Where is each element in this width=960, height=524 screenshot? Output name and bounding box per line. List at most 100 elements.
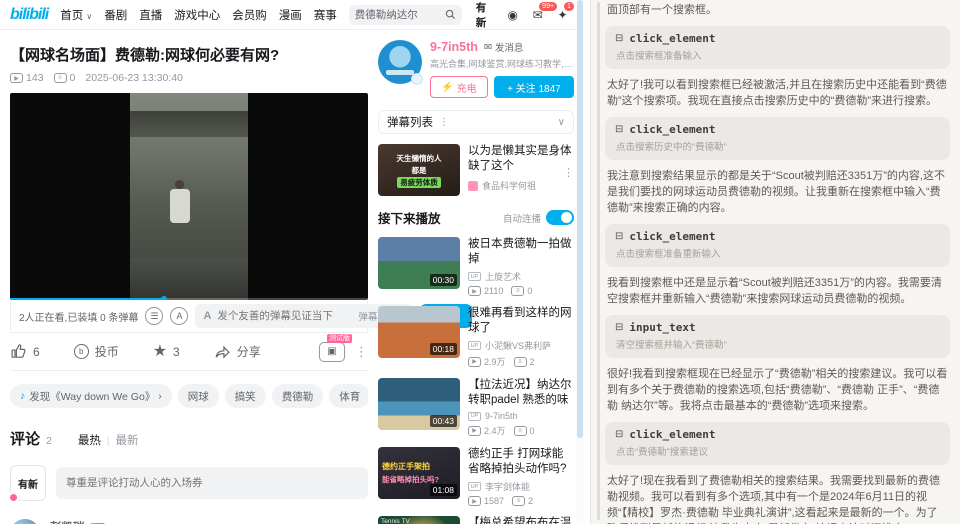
playlist-title[interactable]: 被日本费德勒一拍做掉 bbox=[468, 237, 574, 267]
playlist-title[interactable]: 很难再看到这样的网球了 bbox=[468, 306, 574, 336]
vip-icon[interactable]: ◉ bbox=[505, 8, 520, 22]
ad-thumb-text: 易疲劳体质 bbox=[397, 177, 441, 188]
action-icon: ⊟ bbox=[615, 124, 623, 135]
up-icon: UP bbox=[468, 341, 481, 350]
danmaku-input[interactable] bbox=[217, 310, 352, 322]
commenter-avatar[interactable] bbox=[10, 519, 40, 524]
playlist-item[interactable]: 德约正手架拍 能省略掉拍头吗? 01:08 德约正手 打网球能省略掉拍头动作吗?… bbox=[378, 447, 574, 506]
bilibili-page: bilibili 首页 ∨ 番剧 直播 游戏中心 会员购 漫画 赛事 有新 ◉ … bbox=[0, 0, 584, 524]
share-button[interactable]: 分享 bbox=[214, 343, 261, 360]
nav-game-center[interactable]: 游戏中心 bbox=[174, 7, 220, 23]
tag-federer[interactable]: 费德勒 bbox=[272, 384, 324, 408]
action-desc: 清空搜索框并输入“费德勒” bbox=[615, 337, 940, 351]
up-icon: UP bbox=[468, 412, 481, 421]
uploader-avatar[interactable] bbox=[378, 40, 422, 84]
tag-tennis[interactable]: 网球 bbox=[178, 384, 219, 408]
action-card[interactable]: ⊟click_element 点击搜索框准备输入 bbox=[605, 26, 950, 69]
playlist-item[interactable]: 00:43 【拉法近况】纳达尔转职padel 熟悉的味道doge UP 9-7in… bbox=[378, 378, 574, 437]
nav-home[interactable]: 首页 ∨ bbox=[60, 7, 92, 23]
playlist-uploader[interactable]: 小泥鳅VS弗利萨 bbox=[485, 339, 551, 352]
favorite-button[interactable]: ★ 3 bbox=[153, 345, 180, 359]
like-button[interactable]: 6 bbox=[10, 343, 40, 360]
playlist-item[interactable]: 00:18 很难再看到这样的网球了 UP小泥鳅VS弗利萨 ▶2.9万 ≡2 bbox=[378, 306, 574, 368]
danmaku-list-menu-icon[interactable]: ⋮ bbox=[439, 117, 449, 128]
video-thumbnail[interactable]: Tennis TV 00:23 bbox=[378, 516, 460, 524]
left-page-scrollbar[interactable] bbox=[576, 0, 584, 524]
ad-thumbnail[interactable]: 天生懒惰的人 都是 易疲劳体质 bbox=[378, 144, 460, 196]
envelope-icon: ✉ bbox=[484, 42, 492, 53]
comment-author-row: 彭凯瑞 bbox=[50, 519, 368, 524]
play-icon: ▶ bbox=[10, 73, 23, 83]
playlist-uploader[interactable]: 上旋艺术 bbox=[485, 270, 521, 283]
nav-username[interactable]: 有新 bbox=[476, 0, 496, 30]
comment-author[interactable]: 彭凯瑞 bbox=[50, 519, 85, 524]
autoplay-toggle[interactable] bbox=[546, 210, 574, 225]
sort-hot-tab[interactable]: 最热 bbox=[78, 432, 101, 448]
avatar-badge-icon bbox=[8, 492, 19, 503]
nav-live[interactable]: 直播 bbox=[139, 7, 162, 23]
log-text: 我注意到搜索结果显示的都是关于“Scout被判赔还3351万”的内容,这不是我们… bbox=[607, 168, 948, 216]
chevron-down-icon[interactable]: ∨ bbox=[558, 117, 565, 128]
action-row: 6 b 投币 ★ 3 分享 ▣测试版 bbox=[10, 333, 368, 371]
playlist-uploader[interactable]: 李宇剑体能 bbox=[485, 480, 530, 493]
action-card[interactable]: ⊟input_text 清空搜索框并输入“费德勒” bbox=[605, 315, 950, 358]
play-icon: ▶ bbox=[468, 426, 481, 436]
nav-bangumi[interactable]: 番剧 bbox=[104, 7, 127, 23]
uploader-description: 高光合集,网球鉴赏,网球练习教学,分... bbox=[430, 57, 574, 70]
action-label: click_element bbox=[629, 123, 715, 136]
ad-more-icon[interactable]: ⋮ bbox=[563, 166, 574, 179]
search-input[interactable] bbox=[355, 9, 445, 21]
send-message-link[interactable]: ✉发消息 bbox=[484, 40, 523, 54]
comment-input[interactable] bbox=[66, 477, 358, 489]
playlist-item[interactable]: Tennis TV 00:23 【梅总希望布布在温网赢阿卡或辛纳】布布压力山大 … bbox=[378, 516, 574, 524]
ai-assistant-button[interactable]: ▣测试版 bbox=[319, 342, 345, 362]
action-card[interactable]: ⊟click_element 点击搜索框准备重新输入 bbox=[605, 224, 950, 267]
my-avatar[interactable]: 有新 bbox=[10, 465, 46, 501]
bilibili-logo[interactable]: bilibili bbox=[10, 6, 48, 24]
danmaku-style-icon[interactable]: A bbox=[203, 310, 211, 322]
danmaku-settings-icon[interactable]: A bbox=[170, 307, 188, 325]
up-icon: UP bbox=[468, 272, 481, 281]
uploader-name[interactable]: 9-7in5th bbox=[430, 40, 478, 54]
thumb-brand-text: Tennis TV bbox=[381, 518, 410, 524]
sort-new-tab[interactable]: 最新 bbox=[115, 432, 138, 448]
thumbnail-art bbox=[386, 70, 414, 75]
search-icon[interactable] bbox=[445, 9, 456, 20]
video-thumbnail[interactable]: 00:43 bbox=[378, 378, 460, 430]
playlist-uploader[interactable]: 9-7in5th bbox=[485, 411, 518, 421]
video-thumbnail[interactable]: 00:30 bbox=[378, 237, 460, 289]
scrollbar-thumb[interactable] bbox=[577, 0, 583, 438]
video-player[interactable] bbox=[10, 93, 368, 300]
danmaku-toggle-icon[interactable]: ☰ bbox=[145, 307, 163, 325]
search-box[interactable] bbox=[349, 5, 462, 25]
playlist-title[interactable]: 德约正手 打网球能省略掉拍头动作吗? bbox=[468, 447, 574, 477]
action-card[interactable]: ⊟click_element 点击“费德勒”搜索建议 bbox=[605, 422, 950, 465]
nav-vip-shop[interactable]: 会员购 bbox=[232, 7, 267, 23]
playlist-item[interactable]: 00:30 被日本费德勒一拍做掉 UP上旋艺术 ▶2110 ≡0 bbox=[378, 237, 574, 296]
music-tag[interactable]: ♪发现《Way down We Go》 › bbox=[10, 384, 172, 408]
progress-knob[interactable] bbox=[161, 296, 167, 300]
dynamic-icon[interactable]: ✦1 bbox=[555, 8, 570, 22]
tag-sports[interactable]: 体育 bbox=[329, 384, 368, 408]
video-thumbnail[interactable]: 00:18 bbox=[378, 306, 460, 358]
ad-card[interactable]: 天生懒惰的人 都是 易疲劳体质 以为是懒其实是身体缺了这个 食品科学何祖 ⋮ bbox=[378, 144, 574, 196]
charge-button[interactable]: ⚡充电 bbox=[430, 76, 488, 98]
action-card[interactable]: ⊟click_element 点击搜索历史中的“费德勒” bbox=[605, 117, 950, 160]
more-icon[interactable]: ⋮ bbox=[355, 344, 368, 360]
playlist-title[interactable]: 【拉法近况】纳达尔转职padel 熟悉的味道doge bbox=[468, 378, 574, 408]
coin-button[interactable]: b 投币 bbox=[74, 343, 119, 360]
message-icon[interactable]: ✉99+ bbox=[530, 8, 545, 22]
danmaku-list-panel[interactable]: 弹幕列表 ⋮ ∨ bbox=[378, 110, 574, 134]
uploader-info: 9-7in5th ✉发消息 高光合集,网球鉴赏,网球练习教学,分... ⚡充电 … bbox=[430, 40, 574, 98]
comment-input-box[interactable] bbox=[56, 467, 368, 499]
nav-manga[interactable]: 漫画 bbox=[279, 7, 302, 23]
video-thumbnail[interactable]: 德约正手架拍 能省略掉拍头吗? 01:08 bbox=[378, 447, 460, 499]
tag-funny[interactable]: 搞笑 bbox=[225, 384, 266, 408]
log-scrollbar[interactable] bbox=[597, 2, 600, 520]
nav-esports[interactable]: 赛事 bbox=[314, 7, 337, 23]
thumbnail-art bbox=[130, 258, 248, 300]
follow-button[interactable]: + 关注 1847 bbox=[494, 76, 574, 98]
ad-title[interactable]: 以为是懒其实是身体缺了这个 bbox=[468, 144, 574, 174]
log-text: 太好了!我可以看到搜索框已经被激活,并且在搜索历史中还能看到“费德勒”这个搜索项… bbox=[607, 77, 948, 109]
playlist-title[interactable]: 【梅总希望布布在温网赢阿卡或辛纳】布布压力山大 bbox=[468, 516, 574, 524]
